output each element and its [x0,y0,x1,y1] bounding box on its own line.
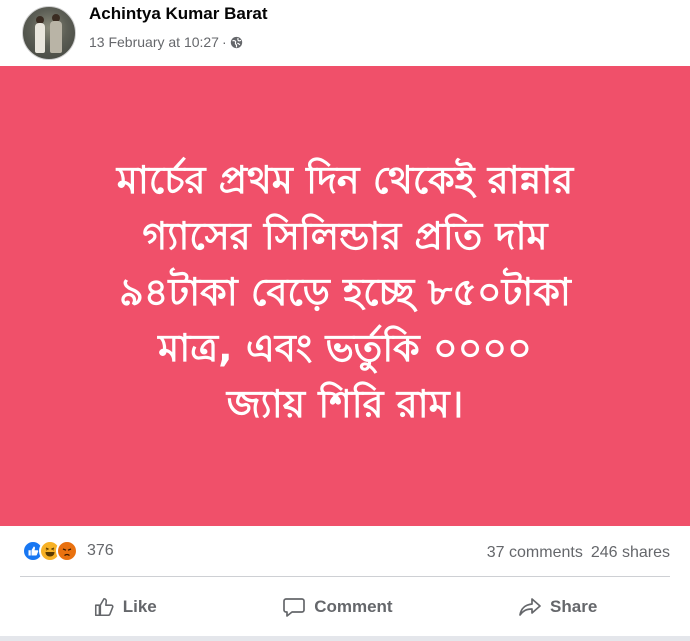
share-label: Share [550,597,598,616]
image-text-line: মার্চের প্রথম দিন থেকেই রান্নার [116,158,574,202]
image-text-line: ৯৪টাকা বেড়ে হচ্ছে ৮৫০টাকা [119,270,571,314]
like-button[interactable]: Like [79,582,171,632]
post-image-text: মার্চের প্রথম দিন থেকেই রান্নার গ্যাসের … [25,152,665,432]
engagement-counts: 37 comments 246 shares [487,544,670,562]
post-actions: Like Comment Share [0,582,690,632]
share-button[interactable]: Share [504,582,611,632]
reactions-summary[interactable]: 376 [22,540,114,562]
meta-separator: · [221,34,227,50]
post-header: Achintya Kumar Barat 13 February at 10:2… [0,0,690,66]
divider [20,576,670,577]
post-timestamp[interactable]: 13 February at 10:27 [89,34,219,50]
image-text-line: গ্যাসের সিলিন্ডার প্রতি দাম [142,214,548,258]
author-name[interactable]: Achintya Kumar Barat [89,4,268,24]
avatar[interactable] [22,6,76,60]
comment-button[interactable]: Comment [268,582,406,632]
angry-icon [56,540,78,562]
comment-icon [282,596,306,618]
comments-count[interactable]: 37 comments [487,544,583,562]
share-icon [518,596,542,618]
shares-count[interactable]: 246 shares [591,544,670,562]
like-label: Like [122,597,157,616]
post-meta: 13 February at 10:27 · [89,34,243,50]
comment-label: Comment [314,597,393,616]
thumbs-up-icon [93,596,115,618]
globe-icon[interactable] [230,36,243,49]
reaction-count: 376 [87,542,114,559]
image-text-line: মাত্র, এবং ভর্তুকি ০০০০ [158,326,532,370]
post-bottom-border [0,636,690,641]
image-text-line: জ্যায় শিরি রাম। [226,382,464,426]
post-stats: 376 37 comments 246 shares [0,536,690,572]
post-image[interactable]: মার্চের প্রথম দিন থেকেই রান্নার গ্যাসের … [0,66,690,526]
